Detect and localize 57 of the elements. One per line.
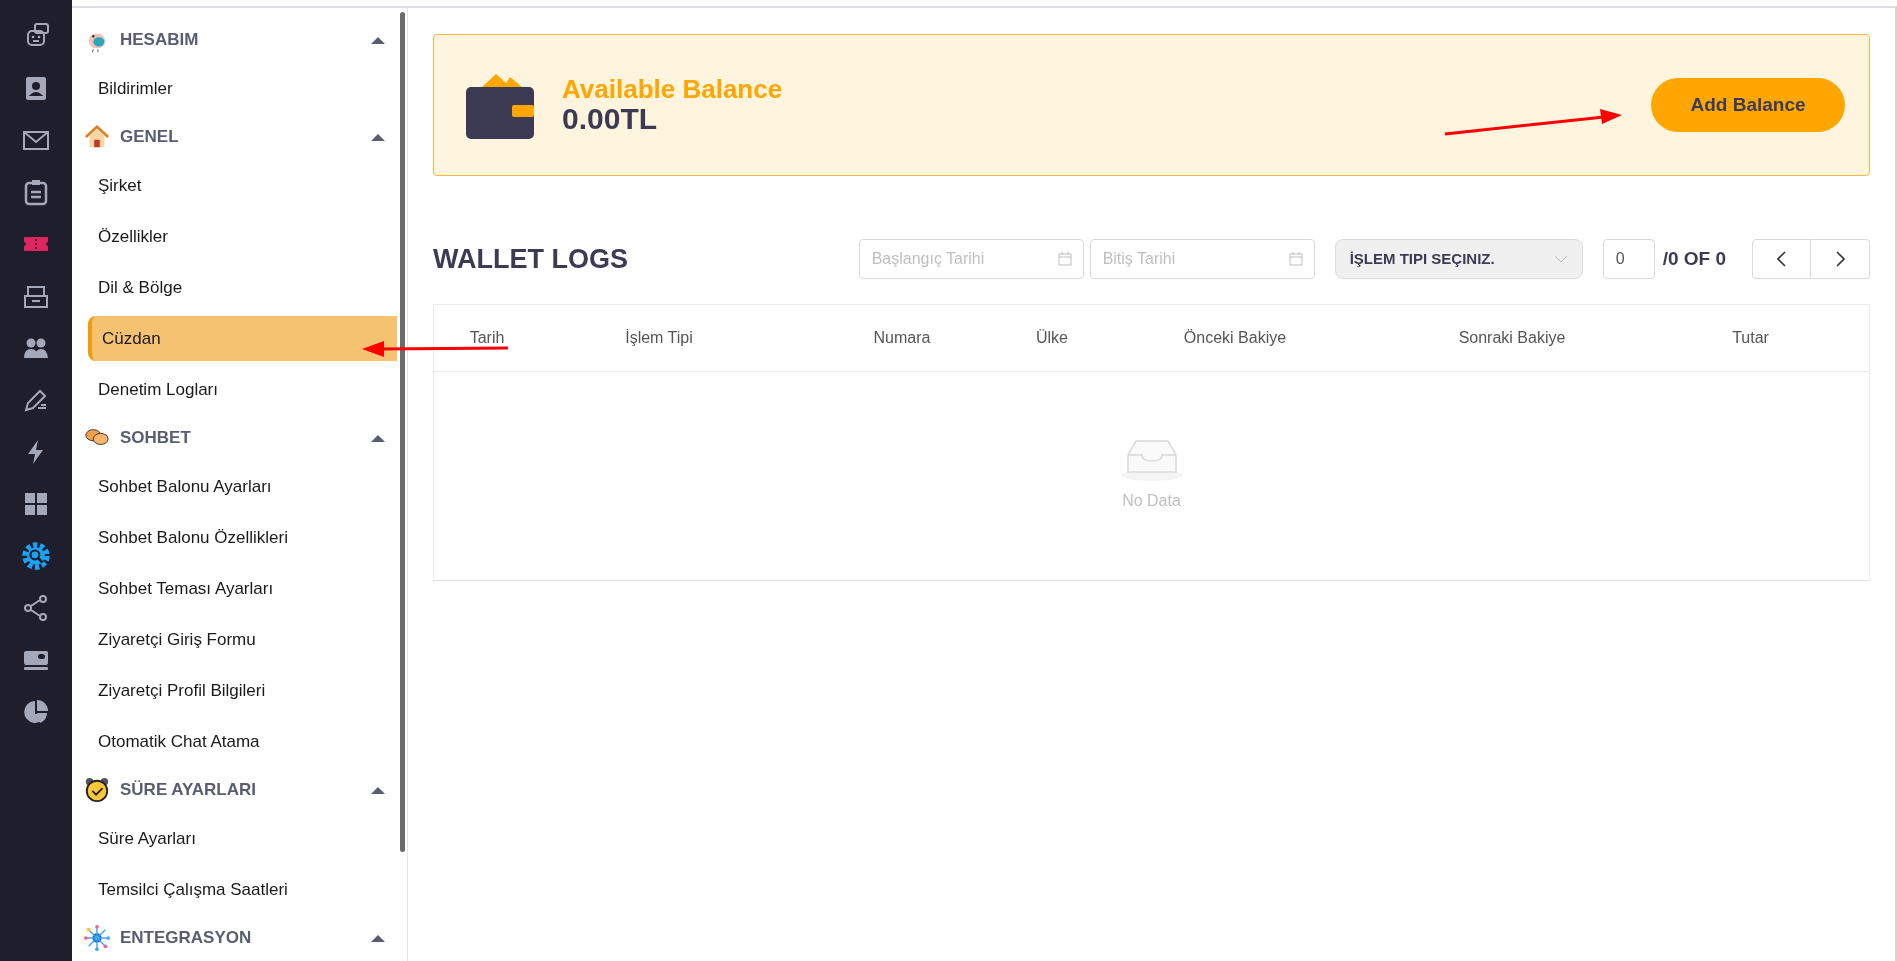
sidebar-item[interactable]: Dil & Bölge <box>98 265 397 310</box>
section-header[interactable]: SÜRE AYARLARI <box>120 777 371 803</box>
caret-up-icon[interactable] <box>371 786 385 794</box>
column-header: Tutar <box>1732 328 1769 348</box>
sidebar-item[interactable]: Cüzdan <box>88 316 397 361</box>
column-header: Ülke <box>1036 328 1068 348</box>
balance-title: Available Balance <box>562 76 783 102</box>
sidebar-item[interactable]: Süre Ayarları <box>98 816 397 861</box>
section-title: WALLET LOGS <box>433 242 628 276</box>
sidebar-item[interactable]: Özellikler <box>98 214 397 259</box>
sidebar-item[interactable]: Şirket <box>98 163 397 208</box>
gear-icon[interactable] <box>20 540 52 572</box>
chevron-right-icon <box>1835 251 1845 267</box>
sidebar-item[interactable]: Ziyaretçi Giriş Formu <box>98 617 397 662</box>
page-total: /0 OF 0 <box>1662 246 1726 271</box>
section-header[interactable]: SOHBET <box>120 425 371 451</box>
balance-amount: 0.00TL <box>562 104 659 134</box>
sidebar-item[interactable]: Ziyaretçi Profil Bilgileri <box>98 668 397 713</box>
column-header: İşlem Tipi <box>625 328 693 348</box>
section-header[interactable]: GENEL <box>120 124 371 150</box>
caret-up-icon[interactable] <box>371 36 385 44</box>
empty-inbox-icon <box>1119 439 1184 481</box>
network-icon <box>84 925 110 951</box>
caret-up-icon[interactable] <box>371 133 385 141</box>
section-header[interactable]: ENTEGRASYON <box>120 925 371 951</box>
add-balance-button[interactable]: Add Balance <box>1651 78 1845 132</box>
alarm-clock-icon <box>84 777 110 803</box>
column-header: Tarih <box>469 328 505 348</box>
grid-icon[interactable] <box>22 490 50 518</box>
pie-icon[interactable] <box>22 698 50 726</box>
chevron-left-icon <box>1777 251 1786 267</box>
wallet-icon <box>466 71 534 139</box>
sidebar-item[interactable]: Denetim Logları <box>98 367 397 412</box>
end-date-field[interactable]: Bitiş Tarihi <box>1089 239 1315 279</box>
sidebar-item[interactable]: Sohbet Teması Ayarları <box>98 566 397 611</box>
column-header: Önceki Bakiye <box>1183 328 1287 348</box>
house-icon <box>84 124 110 150</box>
sidebar-item[interactable]: Sohbet Balonu Ayarları <box>98 464 397 509</box>
sidebar-item[interactable]: Temsilci Çalışma Saatleri <box>98 867 397 912</box>
column-header: Numara <box>873 328 931 348</box>
caret-up-icon[interactable] <box>371 934 385 942</box>
caret-up-icon[interactable] <box>371 434 385 442</box>
sidebar-item[interactable]: Otomatik Chat Atama <box>98 719 397 764</box>
type-select[interactable]: İŞLEM TIPI SEÇINIZ. <box>1334 239 1583 279</box>
column-header: Sonraki Bakiye <box>1458 328 1566 348</box>
section-header[interactable]: HESABIM <box>120 27 371 53</box>
chevron-down-icon <box>1553 255 1568 263</box>
share-icon[interactable] <box>22 594 50 622</box>
start-date-field[interactable]: Başlangıç Tarihi <box>858 239 1084 279</box>
scrollbar[interactable] <box>400 12 405 852</box>
sidebar-item[interactable]: Sohbet Balonu Özellikleri <box>98 515 397 560</box>
clipboard-icon[interactable] <box>22 178 50 206</box>
empty-text: No Data <box>1122 491 1181 511</box>
calendar-icon <box>1288 252 1303 266</box>
calendar-icon <box>1057 252 1072 266</box>
page-input[interactable]: 0 <box>1602 239 1655 279</box>
sidebar-item[interactable]: Bildirimler <box>98 66 397 111</box>
